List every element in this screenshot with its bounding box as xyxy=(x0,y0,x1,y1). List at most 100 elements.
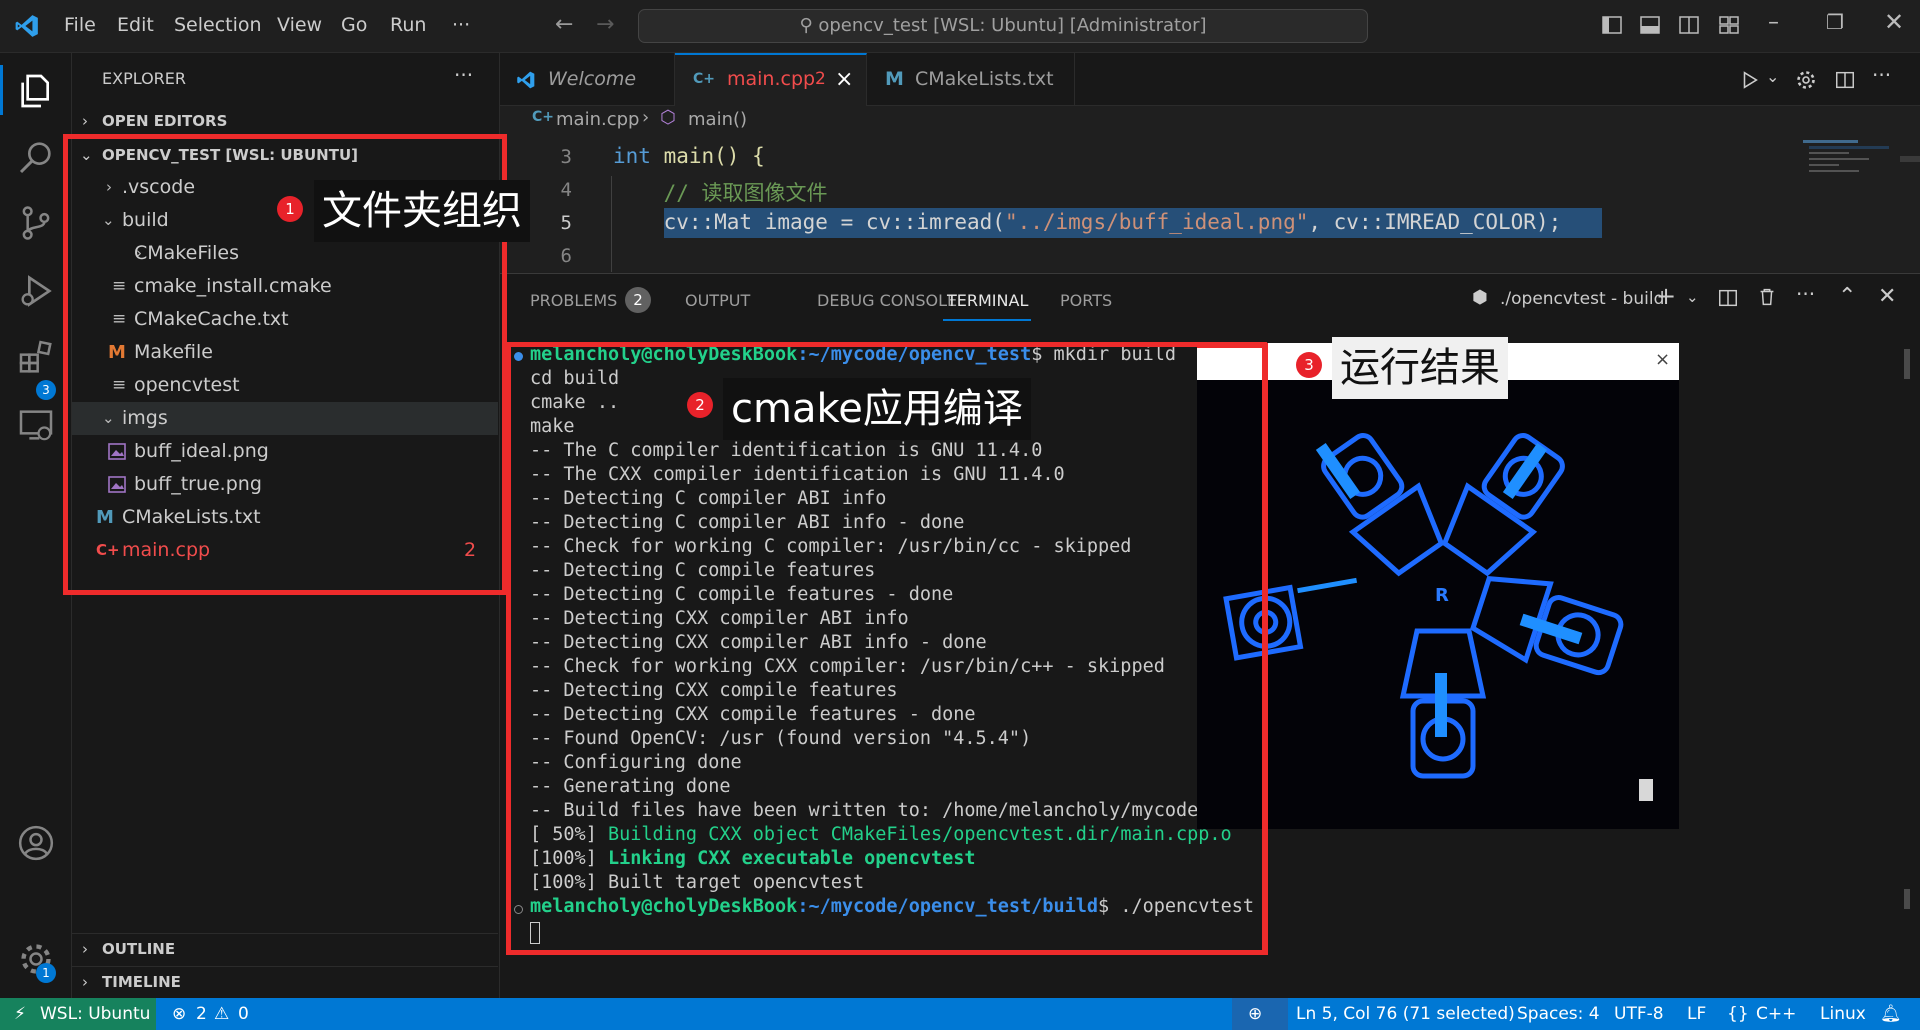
os-indicator[interactable]: Linux xyxy=(1820,998,1866,1030)
outline-section[interactable]: › OUTLINE xyxy=(72,933,498,963)
zoom-indicator[interactable]: ⊕ xyxy=(1232,998,1288,1030)
breadcrumb: C+ main.cpp › ⬡ main() xyxy=(500,106,1920,136)
vscode-logo-icon xyxy=(15,15,38,37)
run-icon[interactable] xyxy=(1739,69,1761,91)
editor-more-button[interactable]: ··· xyxy=(1872,63,1891,87)
menu-edit[interactable]: Edit xyxy=(117,14,154,36)
maximize-panel-icon[interactable]: ⌃ xyxy=(1838,284,1856,309)
explorer-more-button[interactable]: ··· xyxy=(454,63,473,87)
gear-icon[interactable] xyxy=(1794,68,1818,92)
code-line-3: int main() { xyxy=(613,144,765,168)
annotation-number: 2 xyxy=(687,392,713,418)
panel-scrollbar-thumb[interactable] xyxy=(1904,349,1910,379)
breadcrumb-file[interactable]: main.cpp xyxy=(556,109,639,130)
open-editors-section[interactable]: › OPEN EDITORS xyxy=(72,106,498,136)
warning-icon: ⚠ xyxy=(214,1004,230,1024)
menu-file[interactable]: File xyxy=(64,14,96,36)
split-terminal-icon[interactable] xyxy=(1717,287,1739,309)
customize-layout-icon[interactable] xyxy=(1717,13,1741,37)
trash-icon[interactable] xyxy=(1756,286,1778,308)
tab-ports[interactable]: PORTS xyxy=(1060,291,1112,310)
active-indicator xyxy=(0,65,3,115)
panel-scrollbar-thumb[interactable] xyxy=(1904,889,1910,909)
chevron-right-icon: › xyxy=(82,112,88,130)
chevron-right-icon: › xyxy=(82,973,88,991)
symbol-method-icon: ⬡ xyxy=(660,107,676,128)
settings-badge: 1 xyxy=(36,963,56,983)
new-terminal-icon[interactable]: + xyxy=(1656,282,1676,310)
search-icon[interactable] xyxy=(16,137,56,177)
tab-close-icon[interactable]: × xyxy=(835,53,853,106)
run-debug-icon[interactable] xyxy=(16,271,56,311)
menu-view[interactable]: View xyxy=(277,14,322,36)
menu-go[interactable]: Go xyxy=(341,14,367,36)
tab-main-cpp[interactable]: C+ main.cpp 2 × xyxy=(675,53,867,106)
breadcrumb-symbol[interactable]: main() xyxy=(688,109,747,130)
error-count: 2 xyxy=(196,1004,207,1024)
accounts-icon[interactable] xyxy=(16,823,56,863)
source-control-icon[interactable] xyxy=(16,203,56,243)
outline-label: OUTLINE xyxy=(102,940,176,958)
minimap[interactable] xyxy=(1803,138,1889,186)
toggle-panel-icon[interactable] xyxy=(1638,13,1662,37)
menu-run[interactable]: Run xyxy=(390,14,426,36)
annotation-number: 1 xyxy=(277,196,303,222)
minimize-icon[interactable]: – xyxy=(1768,10,1779,35)
end-of-line[interactable]: LF xyxy=(1687,998,1706,1030)
panel-more-button[interactable]: ··· xyxy=(1796,282,1815,306)
cmake-file-icon: M xyxy=(885,68,904,90)
chevron-right-icon: › xyxy=(642,107,650,128)
code-text: , cv::IMREAD_COLOR); xyxy=(1308,210,1562,234)
tab-label: CMakeLists.txt xyxy=(915,68,1054,90)
problems-indicator[interactable]: ⊗ 2 ⚠ 0 xyxy=(170,998,260,1030)
extensions-icon[interactable] xyxy=(16,338,56,378)
timeline-section[interactable]: › TIMELINE xyxy=(72,966,498,996)
chevron-down-icon[interactable]: ⌄ xyxy=(1686,288,1699,306)
command-center-label: opencv_test [WSL: Ubuntu] [Administrator… xyxy=(818,15,1207,36)
tab-problems[interactable]: PROBLEMS xyxy=(530,291,617,310)
tab-problem-count: 2 xyxy=(815,69,826,89)
command-center[interactable]: ⚲ opencv_test [WSL: Ubuntu] [Administrat… xyxy=(638,9,1368,43)
toggle-secondary-sidebar-icon[interactable] xyxy=(1677,13,1701,37)
menu-selection[interactable]: Selection xyxy=(174,14,262,36)
indentation[interactable]: Spaces: 4 xyxy=(1517,998,1600,1030)
remote-indicator[interactable]: ⚡ WSL: Ubuntu xyxy=(0,998,156,1030)
encoding[interactable]: UTF-8 xyxy=(1614,998,1664,1030)
scrollbar-thumb[interactable] xyxy=(1900,156,1920,162)
annotation-callout: cmake应用编译 xyxy=(723,378,1031,440)
open-editors-label: OPEN EDITORS xyxy=(102,112,228,130)
close-panel-icon[interactable]: ✕ xyxy=(1878,284,1896,309)
image-window-close-icon[interactable]: × xyxy=(1655,349,1670,370)
menu-more[interactable]: ··· xyxy=(452,14,470,36)
tab-label: main.cpp xyxy=(727,68,816,90)
tab-cmakelists[interactable]: M CMakeLists.txt xyxy=(867,53,1075,106)
notifications-bell-icon[interactable]: 🔔︎ xyxy=(1880,998,1902,1030)
terminal-name[interactable]: ./opencvtest - build xyxy=(1500,289,1664,309)
tab-debug-console[interactable]: DEBUG CONSOLE xyxy=(817,291,957,310)
tab-label: Welcome xyxy=(548,68,637,90)
zoom-icon: ⊕ xyxy=(1248,1004,1263,1024)
restore-icon[interactable]: ❐ xyxy=(1826,10,1844,34)
keyword: int xyxy=(613,144,651,168)
tab-terminal[interactable]: TERMINAL xyxy=(947,291,1028,310)
explorer-icon[interactable] xyxy=(16,71,56,111)
opencv-image-window[interactable]: R xyxy=(1197,343,1679,829)
activity-bar: 3 1 xyxy=(0,53,72,998)
window-close-icon[interactable]: ✕ xyxy=(1884,8,1904,36)
split-editor-icon[interactable] xyxy=(1834,69,1856,91)
chevron-down-icon[interactable]: ⌄ xyxy=(1766,67,1779,86)
remote-explorer-icon[interactable] xyxy=(16,405,56,445)
tab-welcome[interactable]: Welcome xyxy=(500,53,675,106)
code-line-5: cv::Mat image = cv::imread("../imgs/buff… xyxy=(613,210,1562,234)
svg-text:R: R xyxy=(1435,585,1449,606)
code-text: main() { xyxy=(650,144,765,168)
back-arrow-icon[interactable]: ← xyxy=(555,12,573,37)
indent-guide xyxy=(611,176,612,272)
cursor-position[interactable]: Ln 5, Col 76 (71 selected) xyxy=(1296,998,1515,1030)
language-mode[interactable]: C++ xyxy=(1756,998,1796,1030)
code-editor[interactable]: 3 4 5 6 int main() { // 读取图像文件 cv::Mat i… xyxy=(500,136,1920,272)
tab-output[interactable]: OUTPUT xyxy=(685,291,750,310)
buff-image: R xyxy=(1197,343,1679,829)
toggle-sidebar-icon[interactable] xyxy=(1600,13,1624,37)
forward-arrow-icon[interactable]: → xyxy=(596,12,614,37)
